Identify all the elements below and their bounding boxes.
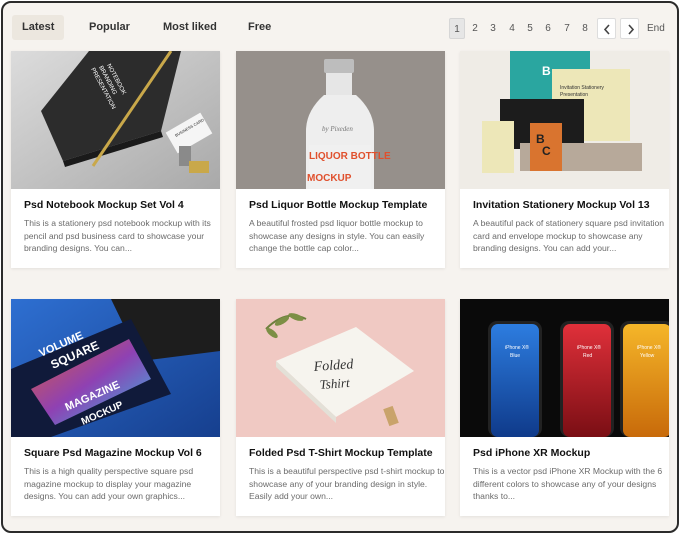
magazine-mockup-image: SQUARE VOLUME MAGAZINE MOCKUP bbox=[11, 299, 220, 437]
tab-most-liked[interactable]: Most liked bbox=[153, 15, 227, 40]
card-thumbnail[interactable]: B Invitation Stationery Presentation B C bbox=[460, 51, 669, 189]
page-5[interactable]: 5 bbox=[522, 18, 538, 39]
prev-page-button[interactable] bbox=[597, 18, 616, 39]
bottle-mockup-image: by Pixeden LIQUOR BOTTLE MOCKUP bbox=[236, 51, 445, 189]
tab-free[interactable]: Free bbox=[238, 15, 281, 40]
card-thumbnail[interactable]: Folded Tshirt bbox=[236, 299, 445, 437]
card-description: This is a stationery psd notebook mockup… bbox=[24, 218, 211, 254]
card-description: This is a high quality perspective squar… bbox=[24, 466, 194, 502]
stationery-mockup-image: B Invitation Stationery Presentation B C bbox=[460, 51, 669, 189]
pagination: 1 2 3 4 5 6 7 8 End bbox=[447, 18, 677, 40]
notebook-mockup-image: NOTEBOOK BRANDING PRESENTATION BUSINESS … bbox=[11, 51, 220, 189]
image-text: iPhone X® bbox=[577, 344, 601, 351]
card-title[interactable]: Psd iPhone XR Mockup bbox=[473, 447, 663, 459]
image-text: B bbox=[542, 64, 551, 78]
card-title[interactable]: Folded Psd T-Shirt Mockup Template bbox=[249, 447, 439, 459]
chevron-left-icon bbox=[603, 24, 610, 35]
page-4[interactable]: 4 bbox=[504, 18, 520, 39]
page-1[interactable]: 1 bbox=[449, 18, 465, 39]
page-2[interactable]: 2 bbox=[467, 18, 483, 39]
image-text: Red bbox=[583, 353, 592, 359]
product-card[interactable]: SQUARE VOLUME MAGAZINE MOCKUP Square Psd… bbox=[11, 299, 220, 516]
card-title[interactable]: Square Psd Magazine Mockup Vol 6 bbox=[24, 447, 214, 459]
product-card[interactable]: by Pixeden LIQUOR BOTTLE MOCKUP Psd Liqu… bbox=[236, 51, 445, 268]
card-thumbnail[interactable]: iPhone X® Blue iPhone X® Red iPhone X® Y… bbox=[460, 299, 669, 437]
card-title[interactable]: Psd Notebook Mockup Set Vol 4 bbox=[24, 199, 214, 211]
card-description: A beautiful pack of stationery square ps… bbox=[473, 218, 665, 254]
image-text: MOCKUP bbox=[307, 173, 352, 184]
card-thumbnail[interactable]: NOTEBOOK BRANDING PRESENTATION BUSINESS … bbox=[11, 51, 220, 189]
image-text: Tshirt bbox=[319, 375, 350, 392]
next-page-button[interactable] bbox=[620, 18, 639, 39]
image-text: Blue bbox=[510, 353, 520, 359]
image-text: Invitation Stationery bbox=[560, 85, 604, 91]
image-text: Yellow bbox=[640, 353, 655, 359]
card-title[interactable]: Psd Liquor Bottle Mockup Template bbox=[249, 199, 439, 211]
image-text: LIQUOR BOTTLE bbox=[309, 151, 391, 162]
iphone-mockup-image: iPhone X® Blue iPhone X® Red iPhone X® Y… bbox=[460, 299, 669, 437]
product-card[interactable]: B Invitation Stationery Presentation B C… bbox=[460, 51, 669, 268]
tab-latest[interactable]: Latest bbox=[12, 15, 65, 40]
browser-frame: Latest Popular Most liked Free 1 2 3 4 5… bbox=[1, 1, 679, 533]
page-8[interactable]: 8 bbox=[577, 18, 593, 39]
image-text: C bbox=[542, 144, 551, 158]
image-text: iPhone X® bbox=[505, 344, 529, 351]
page-6[interactable]: 6 bbox=[540, 18, 556, 39]
filter-bar: Latest Popular Most liked Free 1 2 3 4 5… bbox=[3, 3, 677, 51]
card-title[interactable]: Invitation Stationery Mockup Vol 13 bbox=[473, 199, 663, 211]
page-7[interactable]: 7 bbox=[559, 18, 575, 39]
image-text: by Pixeden bbox=[322, 125, 353, 133]
card-description: This is a vector psd iPhone XR Mockup wi… bbox=[473, 466, 663, 502]
tshirt-mockup-image: Folded Tshirt bbox=[236, 299, 445, 437]
card-thumbnail[interactable]: SQUARE VOLUME MAGAZINE MOCKUP bbox=[11, 299, 220, 437]
tab-popular[interactable]: Popular bbox=[79, 15, 140, 40]
image-text: Presentation bbox=[560, 92, 588, 98]
card-thumbnail[interactable]: by Pixeden LIQUOR BOTTLE MOCKUP bbox=[236, 51, 445, 189]
image-text: Folded bbox=[312, 357, 355, 375]
product-card[interactable]: iPhone X® Blue iPhone X® Red iPhone X® Y… bbox=[460, 299, 669, 516]
product-card[interactable]: NOTEBOOK BRANDING PRESENTATION BUSINESS … bbox=[11, 51, 220, 268]
chevron-right-icon bbox=[628, 24, 635, 35]
last-page-link[interactable]: End bbox=[647, 18, 665, 39]
product-card[interactable]: Folded Tshirt Folded Psd T-Shirt Mockup … bbox=[236, 299, 445, 516]
page-3[interactable]: 3 bbox=[485, 18, 501, 39]
image-text: iPhone X® bbox=[637, 344, 661, 351]
card-description: A beautiful frosted psd liquor bottle mo… bbox=[249, 218, 425, 254]
card-description: This is a beautiful perspective psd t-sh… bbox=[249, 466, 445, 502]
